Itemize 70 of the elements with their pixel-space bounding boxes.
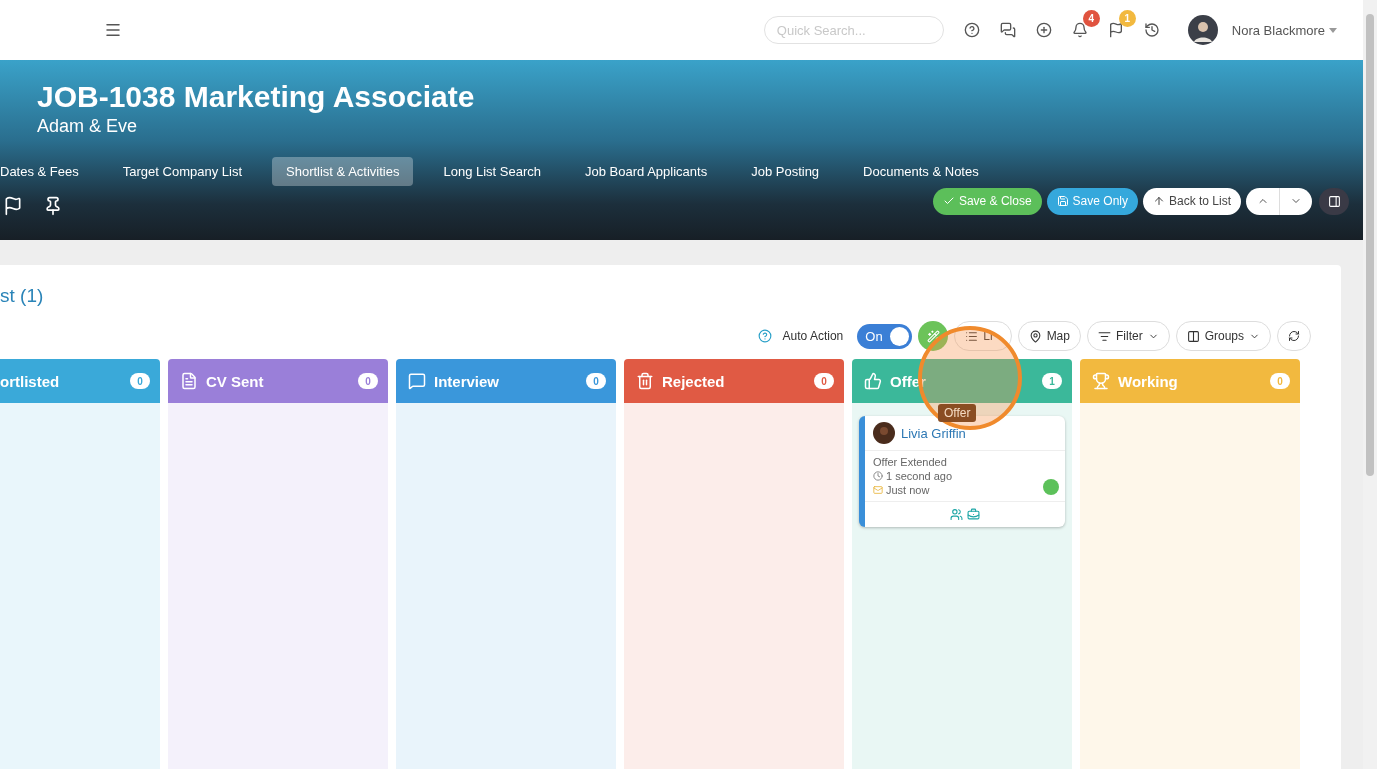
add-icon[interactable]	[1035, 22, 1052, 38]
tab[interactable]: Documents & Notes	[849, 157, 993, 186]
count-badge: 0	[358, 373, 378, 389]
avatar[interactable]	[1187, 15, 1218, 45]
user-name[interactable]: Nora Blackmore	[1231, 22, 1325, 38]
scrollbar[interactable]	[1366, 14, 1374, 476]
tooltip: Offer	[938, 404, 977, 422]
list-icon	[965, 329, 979, 343]
email-time: Just now	[886, 484, 930, 496]
count-badge: 0	[130, 373, 150, 389]
count-badge: 1	[1118, 10, 1136, 27]
count-badge: 0	[586, 373, 606, 389]
clock-icon	[873, 471, 883, 481]
check-icon	[942, 195, 955, 207]
refresh-icon	[1288, 330, 1300, 342]
tab[interactable]: Target Company List	[108, 157, 256, 186]
column-title: Rejected	[662, 372, 725, 390]
tab[interactable]: Dates & Fees	[0, 157, 93, 186]
map-pin-icon	[1028, 329, 1042, 343]
help-icon[interactable]	[963, 22, 980, 38]
toolbar-button[interactable]: Filter	[1086, 321, 1170, 351]
panel-icon	[1327, 194, 1341, 208]
job-title: JOB-1038 Marketing Associate	[37, 80, 476, 114]
candidate-status: Offer Extended	[873, 456, 948, 468]
column-title: Working	[1118, 372, 1178, 390]
caret-icon[interactable]	[1329, 27, 1337, 33]
wand-icon	[926, 329, 940, 343]
auto-action-toggle[interactable]: On	[857, 323, 913, 349]
menu-icon[interactable]	[104, 21, 122, 39]
chat-icon	[408, 372, 426, 390]
count-badge: 4	[1082, 10, 1100, 27]
refresh-button[interactable]	[1277, 321, 1311, 351]
company-name: Adam & Eve	[37, 116, 139, 137]
chat-icon[interactable]	[999, 22, 1016, 38]
people-icon[interactable]	[950, 508, 963, 521]
history-icon[interactable]	[1143, 22, 1160, 38]
columns-icon	[1186, 329, 1200, 343]
auto-action-label: Auto Action	[782, 329, 844, 343]
trash-icon	[636, 372, 654, 390]
trophy-icon	[1092, 372, 1110, 390]
toolbar-button[interactable]: Groups	[1175, 321, 1271, 351]
pin-icon[interactable]	[43, 196, 63, 216]
briefcase-icon[interactable]	[967, 508, 980, 521]
filter-icon	[1097, 329, 1111, 343]
toolbar-button[interactable]: Map	[1017, 321, 1081, 351]
tab[interactable]: Long List Search	[429, 157, 555, 186]
activity-time: 1 second ago	[886, 470, 953, 482]
action-button[interactable]: Back to List	[1142, 187, 1241, 215]
count-badge: 0	[1270, 373, 1290, 389]
arrow-up-icon	[1152, 195, 1165, 207]
column-title: ortlisted	[0, 372, 60, 390]
column-title: CV Sent	[206, 372, 264, 390]
flag-icon[interactable]	[1107, 22, 1124, 38]
bell-icon[interactable]	[1071, 22, 1088, 38]
count-badge: 0	[814, 373, 834, 389]
count-badge: 1	[1042, 373, 1062, 389]
candidate-card[interactable]: Livia Griffin Offer Extended 1 second ago Just now	[859, 416, 1065, 527]
candidate-name[interactable]: Livia Griffin	[901, 425, 966, 441]
document-icon	[180, 372, 198, 390]
section-title: st (1)	[0, 285, 45, 307]
avatar	[873, 422, 895, 444]
mail-icon	[873, 485, 883, 495]
save-icon	[1056, 195, 1069, 207]
column-title: Interview	[434, 372, 500, 390]
tab[interactable]: Job Board Applicants	[571, 157, 722, 186]
thumbs-up-icon	[864, 372, 882, 390]
panel-button[interactable]	[1319, 187, 1349, 215]
tab[interactable]: Job Posting	[737, 157, 834, 186]
flag-icon[interactable]	[3, 196, 23, 216]
tab[interactable]: Shortlist & Activities	[272, 157, 414, 186]
